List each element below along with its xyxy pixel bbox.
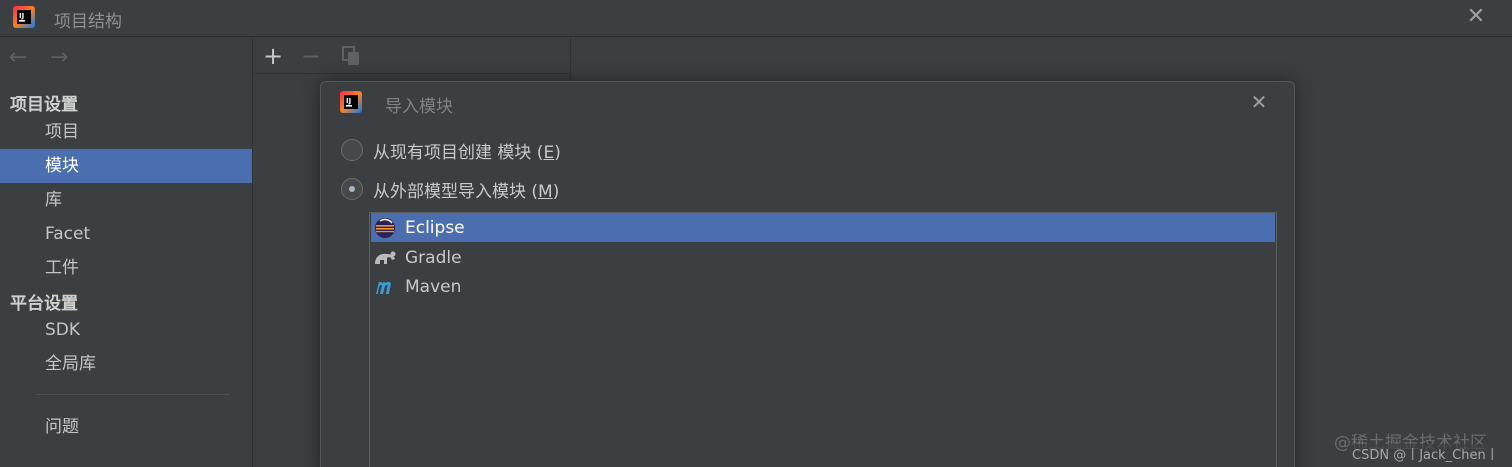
option-create-from-existing[interactable]: 从现有项目创建 模块 (E) [341, 137, 561, 163]
gradle-icon [373, 246, 397, 270]
sidebar-item-facets[interactable]: Facet [0, 217, 252, 251]
option-import-label: 从外部模型导入模块 (M) [373, 181, 560, 202]
module-toolbar: + − [254, 38, 571, 74]
option-import-external[interactable]: 从外部模型导入模块 (M) [341, 176, 559, 202]
window-title: 项目结构 [54, 12, 122, 32]
list-item-label: Eclipse [405, 217, 465, 238]
add-button[interactable]: + [260, 42, 286, 70]
nav-arrows: ← → [6, 46, 83, 70]
import-module-dialog: IJ 导入模块 ✕ 从现有项目创建 模块 (E) 从外部模型导入模块 (M) E… [320, 81, 1295, 467]
list-item-label: Maven [405, 276, 462, 297]
sidebar-item-artifacts[interactable]: 工件 [0, 251, 252, 285]
list-item-maven[interactable]: Maven [371, 272, 1275, 301]
window-close-button[interactable]: ✕ [1464, 5, 1488, 29]
intellij-logo-icon: IJ [13, 6, 35, 28]
sidebar-item-project[interactable]: 项目 [0, 115, 252, 149]
radio-import-external[interactable] [341, 178, 363, 200]
external-model-list[interactable]: Eclipse Gradle Maven [369, 212, 1277, 467]
svg-text:IJ: IJ [346, 97, 351, 105]
watermark-csdn: CSDN @丨Jack_Chen丨 [1352, 444, 1499, 463]
section-platform-settings: 平台设置 [10, 294, 78, 314]
close-icon: ✕ [1250, 90, 1268, 114]
maven-icon [373, 275, 397, 299]
sidebar-item-modules[interactable]: 模块 [0, 149, 252, 183]
option-create-label: 从现有项目创建 模块 (E) [373, 142, 561, 163]
dialog-close-button[interactable]: ✕ [1247, 90, 1271, 114]
radio-create-from-existing[interactable] [341, 139, 363, 161]
section-project-settings: 项目设置 [10, 95, 78, 115]
sidebar: ← → 项目设置 项目 模块 库 Facet 工件 平台设置 SDK 全局库 问… [0, 38, 253, 467]
sidebar-item-global-libraries[interactable]: 全局库 [0, 347, 252, 381]
arrow-left-icon[interactable]: ← [6, 46, 30, 70]
eclipse-icon [373, 216, 397, 240]
intellij-logo-icon: IJ [340, 91, 362, 113]
copy-icon [342, 46, 359, 65]
list-item-label: Gradle [405, 247, 462, 268]
list-item-eclipse[interactable]: Eclipse [371, 213, 1275, 242]
dialog-title: 导入模块 [385, 97, 453, 117]
list-item-gradle[interactable]: Gradle [371, 243, 1275, 272]
svg-text:IJ: IJ [19, 12, 24, 20]
title-bar: IJ 项目结构 ✕ [0, 0, 1512, 37]
sidebar-item-libraries[interactable]: 库 [0, 183, 252, 217]
close-icon: ✕ [1466, 4, 1486, 29]
sidebar-divider [36, 394, 230, 395]
sidebar-item-problems[interactable]: 问题 [0, 410, 252, 444]
arrow-right-icon[interactable]: → [47, 46, 71, 70]
copy-button[interactable] [338, 42, 364, 70]
sidebar-item-sdk[interactable]: SDK [0, 313, 252, 347]
remove-button[interactable]: − [298, 42, 324, 70]
